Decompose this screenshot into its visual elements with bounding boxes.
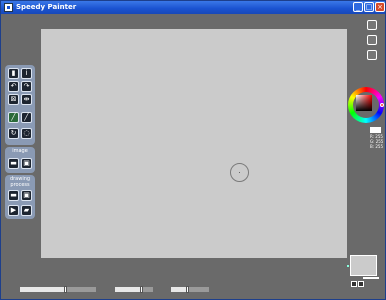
toolbox: ▮ i ↶ ↷ ⊠ ⇹ ╱ ╱ ↻ ◌ image ▬ ▣ drawing pr… xyxy=(5,65,35,219)
tools-group: ▮ i ↶ ↷ ⊠ ⇹ ╱ ╱ ↻ ◌ xyxy=(5,65,35,145)
close-button[interactable]: × xyxy=(375,2,385,12)
drawing-process-group-label: drawing process xyxy=(9,176,31,188)
maximize-button[interactable]: □ xyxy=(364,2,374,12)
zoom-in-icon[interactable] xyxy=(358,281,364,287)
resize-icon[interactable]: ⊠ xyxy=(8,94,19,105)
new-document-icon[interactable]: ▮ xyxy=(8,68,19,79)
minimize-button[interactable]: _ xyxy=(353,2,363,12)
undo-icon[interactable]: ↶ xyxy=(8,81,19,92)
zoom-bar[interactable] xyxy=(363,277,379,279)
eraser-icon[interactable]: ╱ xyxy=(21,112,32,123)
navigator-marker xyxy=(347,265,349,267)
layer-button-2[interactable] xyxy=(367,35,377,45)
open-image-icon[interactable]: ▬ xyxy=(8,158,19,169)
play-icon[interactable]: ▶ xyxy=(8,205,19,216)
color-b-value: B: 255 xyxy=(370,144,383,149)
current-color-swatch xyxy=(370,127,381,133)
drawing-process-group: drawing process ▬ ▣ ▶ ▰ xyxy=(5,175,35,219)
export-icon[interactable]: ▰ xyxy=(21,205,32,216)
brush-size-slider[interactable] xyxy=(20,286,96,293)
history-icon[interactable]: ◌ xyxy=(21,128,32,139)
window-title: Speedy Painter xyxy=(16,3,77,11)
image-group: image ▬ ▣ xyxy=(5,147,35,173)
title-bar[interactable]: Speedy Painter _ □ × xyxy=(1,1,385,14)
brush-size-knob[interactable] xyxy=(63,286,67,293)
brush-opacity-slider[interactable] xyxy=(115,286,153,293)
brush-size-fill xyxy=(20,287,66,292)
brush-softness-slider[interactable] xyxy=(171,286,209,293)
navigator-preview[interactable] xyxy=(350,255,377,276)
open-process-icon[interactable]: ▬ xyxy=(8,190,19,201)
app-icon xyxy=(4,3,13,12)
reset-view-icon[interactable]: ↻ xyxy=(8,128,19,139)
redo-icon[interactable]: ↷ xyxy=(21,81,32,92)
brush-opacity-knob[interactable] xyxy=(139,286,143,293)
save-process-icon[interactable]: ▣ xyxy=(21,190,32,201)
brush-icon[interactable]: ╱ xyxy=(8,112,19,123)
saturation-value-square[interactable] xyxy=(356,95,372,111)
image-group-label: image xyxy=(12,148,28,154)
layer-button-3[interactable] xyxy=(367,50,377,60)
hue-picker[interactable] xyxy=(380,103,384,107)
brush-cursor xyxy=(230,163,249,182)
save-image-icon[interactable]: ▣ xyxy=(21,158,32,169)
layer-button-1[interactable] xyxy=(367,20,377,30)
color-wheel[interactable] xyxy=(348,87,384,123)
drawing-canvas[interactable] xyxy=(41,29,347,258)
brush-opacity-fill xyxy=(115,287,142,292)
info-icon[interactable]: i xyxy=(21,68,32,79)
brush-softness-knob[interactable] xyxy=(186,286,190,293)
zoom-out-icon[interactable] xyxy=(351,281,357,287)
app-window: Speedy Painter _ □ × ▮ i ↶ ↷ ⊠ ⇹ ╱ ╱ ↻ ◌… xyxy=(0,0,386,300)
flip-icon[interactable]: ⇹ xyxy=(21,94,32,105)
